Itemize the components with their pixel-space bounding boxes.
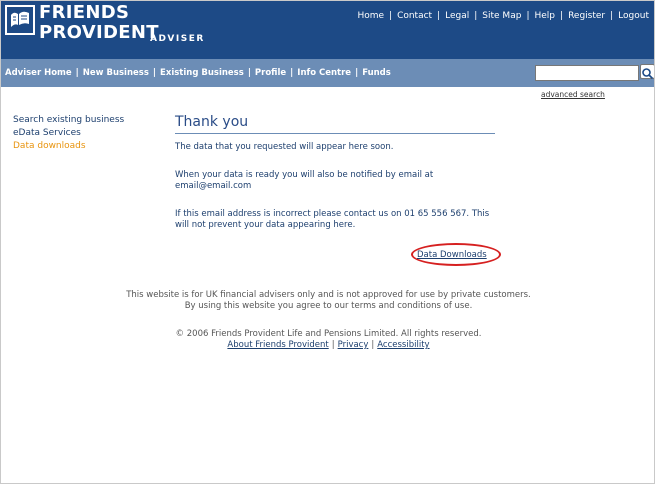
top-link-logout[interactable]: Logout — [618, 11, 649, 21]
brand-line-2: PROVIDENT — [39, 22, 159, 43]
main-nav: Adviser Home | New Business | Existing Busin… — [5, 68, 391, 78]
nav-info-centre[interactable]: Info Centre — [297, 68, 351, 78]
top-links: Home | Contact | Legal | Site Map | Help | Registe… — [357, 11, 649, 21]
sidebar-item-search-existing-business[interactable]: Search existing business — [13, 114, 124, 127]
brand-line-1: FRIENDS — [39, 2, 130, 23]
footer-disclaimer-line-1: This website is for UK financial adviser… — [126, 290, 531, 300]
message-contact-info: If this email address is incorrect pleas… — [175, 209, 490, 230]
footer-link-about[interactable]: About Friends Provident — [227, 340, 328, 350]
footer-link-privacy[interactable]: Privacy — [338, 340, 369, 350]
left-sidebar: Search existing business eData Services … — [13, 114, 124, 153]
footer-link-accessibility[interactable]: Accessibility — [377, 340, 429, 350]
nav-profile[interactable]: Profile — [255, 68, 286, 78]
top-link-home[interactable]: Home — [357, 11, 384, 21]
data-downloads-link[interactable]: Data Downloads — [417, 250, 487, 260]
footer-disclaimer-line-2: By using this website you agree to our t… — [184, 301, 473, 311]
nav-existing-business[interactable]: Existing Business — [160, 68, 244, 78]
top-link-help[interactable]: Help — [534, 11, 555, 21]
message-data-requested: The data that you requested will appear … — [175, 142, 394, 152]
site-header: FRIENDS PROVIDENT ADVISER Home | Contact | L… — [1, 1, 654, 59]
search-button[interactable] — [640, 64, 654, 80]
main-content: Thank you The data that you requested wi… — [175, 114, 495, 231]
footer-copyright: © 2006 Friends Provident Life and Pensio… — [175, 329, 482, 339]
sidebar-item-data-downloads[interactable]: Data downloads — [13, 140, 124, 153]
nav-adviser-home[interactable]: Adviser Home — [5, 68, 72, 78]
top-link-register[interactable]: Register — [568, 11, 605, 21]
top-link-legal[interactable]: Legal — [445, 11, 469, 21]
friends-provident-logo-icon — [5, 5, 35, 35]
page-frame: FRIENDS PROVIDENT ADVISER Home | Contact | L… — [0, 0, 655, 484]
nav-funds[interactable]: Funds — [362, 68, 391, 78]
search-input[interactable] — [535, 65, 639, 81]
footer-links: About Friends Provident | Privacy | Accessib… — [227, 340, 430, 350]
brand-subtitle: ADVISER — [150, 34, 205, 44]
search-icon — [642, 68, 654, 80]
top-link-contact[interactable]: Contact — [397, 11, 432, 21]
nav-new-business[interactable]: New Business — [83, 68, 149, 78]
page-title: Thank you — [175, 114, 495, 134]
advanced-search-link[interactable]: advanced search — [541, 90, 605, 99]
top-link-site-map[interactable]: Site Map — [482, 11, 521, 21]
footer-disclaimer: This website is for UK financial adviser… — [1, 290, 654, 312]
sidebar-item-edata-services[interactable]: eData Services — [13, 127, 124, 140]
message-email-notification: When your data is ready you will also be… — [175, 170, 434, 191]
